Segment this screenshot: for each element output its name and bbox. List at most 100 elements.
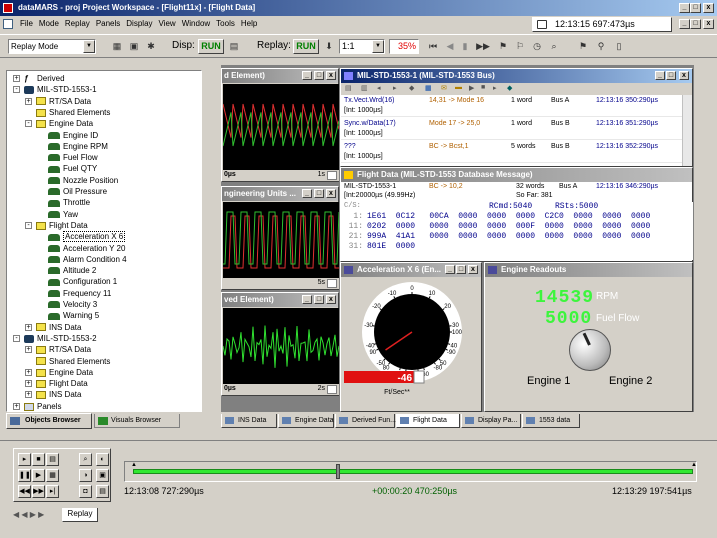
timeline-start-marker[interactable]: ▲ — [131, 462, 137, 468]
rewind-start-icon[interactable]: ⏮ — [426, 40, 440, 53]
menu-tools[interactable]: Tools — [216, 19, 235, 28]
mode-select[interactable]: Replay Mode ▼ — [8, 39, 96, 54]
menu-help[interactable]: Help — [241, 19, 257, 28]
menu-window[interactable]: Window — [182, 19, 210, 28]
bus-minimize-button[interactable]: _ — [655, 71, 665, 80]
tool-icon-mail[interactable]: ✉ — [441, 84, 447, 92]
tree-item[interactable]: MIL-STD-1553-2 — [24, 333, 97, 344]
forward-icon[interactable]: ▸ — [493, 84, 497, 92]
bus-scrollbar[interactable] — [682, 95, 692, 166]
camera-icon[interactable]: ◘ — [79, 485, 92, 498]
tree-item[interactable]: Oil Pressure — [48, 186, 107, 197]
menu-panels[interactable]: Panels — [96, 19, 120, 28]
tree-item[interactable]: Engine ID — [48, 130, 98, 141]
tree-item[interactable]: Throttle — [48, 197, 90, 208]
window-tab[interactable]: Derived Fun... — [335, 414, 396, 428]
chevron-down-icon[interactable]: ▼ — [83, 40, 95, 53]
tree-item[interactable]: Flight Data — [36, 220, 88, 231]
expand-toggle-icon[interactable]: + — [25, 97, 32, 105]
zoom-icon[interactable]: ⌕ — [547, 40, 561, 53]
tool-icon-data[interactable]: ▦ — [425, 84, 432, 92]
app-close-button[interactable]: x — [703, 3, 714, 13]
bookmark-back-icon[interactable]: ⚑ — [496, 40, 510, 53]
stop-icon[interactable]: ■ — [481, 84, 485, 91]
play-icon[interactable]: ▶ — [469, 84, 474, 92]
plot-close-button[interactable]: x — [326, 189, 336, 198]
tree-item[interactable]: Configuration 1 — [48, 276, 117, 287]
bus-close-button[interactable]: x — [679, 71, 689, 80]
stop-icon[interactable]: ▮ — [458, 40, 472, 53]
tree-item[interactable]: Velocity 3 — [48, 299, 97, 310]
menu-replay[interactable]: Replay — [65, 19, 90, 28]
plot-window[interactable]: ngineering Units ... _ □ x 5s — [221, 186, 339, 290]
tool-icon-4[interactable]: ▸ — [393, 84, 397, 92]
child-restore-button[interactable]: □ — [690, 19, 701, 29]
expand-toggle-icon[interactable]: + — [25, 368, 32, 376]
menu-display[interactable]: Display — [126, 19, 152, 28]
tool-icon-1[interactable]: ▤ — [345, 84, 352, 92]
plot-minimize-button[interactable]: _ — [302, 189, 312, 198]
expand-toggle-icon[interactable]: + — [25, 380, 32, 388]
tree-item[interactable]: Engine RPM — [48, 141, 108, 152]
disp-run-button[interactable]: RUN — [198, 39, 224, 54]
gauge-maximize-button[interactable]: □ — [456, 265, 466, 274]
bus-maximize-button[interactable]: □ — [666, 71, 676, 80]
window-tab[interactable]: INS Data — [221, 414, 277, 428]
expand-toggle-icon[interactable]: + — [13, 402, 20, 410]
bookmark-icon[interactable]: ⚐ — [513, 40, 527, 53]
plot-scroll-icon[interactable] — [327, 279, 337, 288]
tree-item[interactable]: MIL-STD-1553-1 — [24, 84, 97, 95]
window-tab[interactable]: Display Pa... — [461, 414, 521, 428]
tab-replay[interactable]: Replay — [62, 508, 98, 522]
tree-item[interactable]: Alarm Condition 4 — [48, 254, 127, 265]
plot-close-button[interactable]: x — [326, 295, 336, 304]
plot-scroll-icon[interactable] — [327, 385, 337, 394]
search-icon[interactable]: ⌕ — [79, 453, 92, 466]
gauge-minimize-button[interactable]: _ — [445, 265, 455, 274]
plot-window[interactable]: d Element) _ □ x 0µs 1s — [221, 68, 339, 182]
app-maximize-button[interactable]: □ — [690, 3, 701, 13]
plot-maximize-button[interactable]: □ — [314, 71, 324, 80]
expand-toggle-icon[interactable]: + — [25, 323, 32, 331]
plot-minimize-button[interactable]: _ — [302, 295, 312, 304]
menu-view[interactable]: View — [159, 19, 176, 28]
timeline-end-marker[interactable]: ▲ — [691, 462, 697, 468]
tab-visuals-browser[interactable]: Visuals Browser — [94, 414, 180, 428]
record-icon[interactable]: ▤ — [46, 453, 59, 466]
tool-icon-folder[interactable]: ▬ — [455, 84, 462, 91]
plot-window[interactable]: ved Element) _ □ x 0µs 2s — [221, 292, 339, 396]
expand-toggle-icon[interactable]: + — [25, 346, 32, 354]
plot-minimize-button[interactable]: _ — [302, 71, 312, 80]
tree-item[interactable]: Fuel Flow — [48, 152, 98, 163]
pause-icon[interactable]: ❚❚ — [18, 469, 31, 482]
tree-item[interactable]: Acceleration X 6 — [48, 231, 126, 243]
child-minimize-button[interactable]: _ — [679, 19, 690, 29]
clock-tool-icon[interactable]: ◷ — [530, 40, 544, 53]
window-icon[interactable]: ▤ — [227, 40, 241, 53]
flag-icon[interactable]: ⚑ — [576, 40, 590, 53]
tree-item[interactable]: Engine Data — [36, 118, 93, 129]
tree-item[interactable]: RT/SA Data — [36, 96, 91, 107]
mdi-scrollbar[interactable] — [694, 65, 716, 412]
gauge-window[interactable]: Acceleration X 6 (En... _ □ x 0 -10 -20 -30… — [340, 262, 482, 412]
tree-item[interactable]: ƒ Derived — [24, 73, 65, 84]
gauge-close-button[interactable]: x — [468, 265, 478, 274]
page-icon[interactable]: ▯ — [612, 40, 626, 53]
forward-icon[interactable]: ▶▶ — [32, 485, 45, 498]
engine2-label[interactable]: Engine 2 — [609, 375, 652, 387]
window-tab[interactable]: Engine Data — [278, 414, 334, 428]
plot-maximize-button[interactable]: □ — [314, 295, 324, 304]
timeline-cursor[interactable] — [336, 464, 340, 479]
tool-icon-3[interactable]: ◂ — [377, 84, 381, 92]
engine-selector-knob[interactable] — [569, 329, 611, 371]
plot-close-button[interactable]: x — [326, 71, 336, 80]
tree-item[interactable]: Shared Elements — [36, 356, 110, 367]
tree-item[interactable]: Fuel QTY — [48, 163, 97, 174]
frame-icon[interactable]: ▦ — [46, 469, 59, 482]
fast-forward-icon[interactable]: ▶▶ — [476, 40, 490, 53]
play-icon[interactable]: ▶ — [32, 469, 45, 482]
plot-maximize-button[interactable]: □ — [314, 189, 324, 198]
import-icon[interactable]: ⬇ — [322, 40, 336, 53]
child-close-button[interactable]: x — [703, 19, 714, 29]
app-minimize-button[interactable]: _ — [679, 3, 690, 13]
